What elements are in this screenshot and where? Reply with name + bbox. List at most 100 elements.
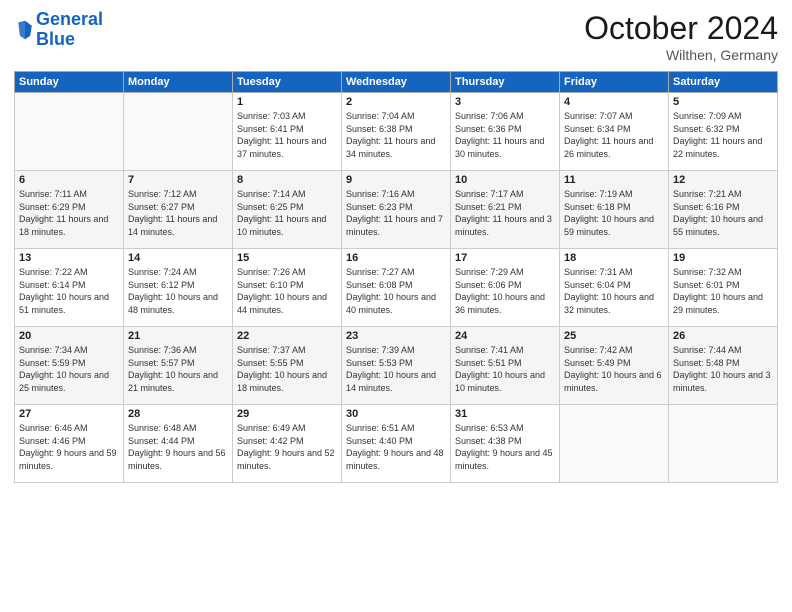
week-row-3: 20Sunrise: 7:34 AMSunset: 5:59 PMDayligh… [15, 327, 778, 405]
day-info: Sunrise: 7:14 AMSunset: 6:25 PMDaylight:… [237, 188, 337, 238]
day-cell: 25 Sunrise: 7:42 AMSunset: 5:49 PMDayligh… [560, 327, 669, 405]
day-info: Sunrise: 6:46 AMSunset: 4:46 PMDaylight:… [19, 422, 119, 472]
header: General Blue October 2024 Wilthen, Germa… [14, 10, 778, 63]
day-number: 6 [19, 174, 119, 186]
day-number: 8 [237, 174, 337, 186]
col-friday: Friday [560, 72, 669, 93]
day-number: 16 [346, 252, 446, 264]
day-cell: 1Sunrise: 7:03 AMSunset: 6:41 PMDaylight… [233, 93, 342, 171]
day-cell: 12 Sunrise: 7:21 AMSunset: 6:16 PMDayligh… [669, 171, 778, 249]
day-info: Sunrise: 7:22 AMSunset: 6:14 PMDaylight:… [19, 266, 119, 316]
day-info: Sunrise: 7:06 AMSunset: 6:36 PMDaylight:… [455, 110, 555, 160]
calendar-page: General Blue October 2024 Wilthen, Germa… [0, 0, 792, 612]
day-info: Sunrise: 7:44 AMSunset: 5:48 PMDaylight:… [673, 344, 773, 394]
col-wednesday: Wednesday [342, 72, 451, 93]
day-cell: 30 Sunrise: 6:51 AMSunset: 4:40 PMDayligh… [342, 405, 451, 483]
day-cell [15, 93, 124, 171]
day-cell: 6 Sunrise: 7:11 AMSunset: 6:29 PMDaylight… [15, 171, 124, 249]
day-number: 13 [19, 252, 119, 264]
day-cell: 8 Sunrise: 7:14 AMSunset: 6:25 PMDaylight… [233, 171, 342, 249]
day-info: Sunrise: 7:09 AMSunset: 6:32 PMDaylight:… [673, 110, 773, 160]
day-number: 11 [564, 174, 664, 186]
day-cell: 28 Sunrise: 6:48 AMSunset: 4:44 PMDayligh… [124, 405, 233, 483]
day-number: 10 [455, 174, 555, 186]
week-row-0: 1Sunrise: 7:03 AMSunset: 6:41 PMDaylight… [15, 93, 778, 171]
col-tuesday: Tuesday [233, 72, 342, 93]
day-info: Sunrise: 7:29 AMSunset: 6:06 PMDaylight:… [455, 266, 555, 316]
day-info: Sunrise: 7:39 AMSunset: 5:53 PMDaylight:… [346, 344, 446, 394]
day-cell: 15Sunrise: 7:26 AMSunset: 6:10 PMDayligh… [233, 249, 342, 327]
day-number: 9 [346, 174, 446, 186]
day-cell: 10 Sunrise: 7:17 AMSunset: 6:21 PMDayligh… [451, 171, 560, 249]
day-info: Sunrise: 7:37 AMSunset: 5:55 PMDaylight:… [237, 344, 337, 394]
day-number: 3 [455, 96, 555, 108]
day-cell [669, 405, 778, 483]
title-block: October 2024 Wilthen, Germany [584, 10, 778, 63]
day-info: Sunrise: 7:17 AMSunset: 6:21 PMDaylight:… [455, 188, 555, 238]
day-info: Sunrise: 7:27 AMSunset: 6:08 PMDaylight:… [346, 266, 446, 316]
day-cell: 26Sunrise: 7:44 AMSunset: 5:48 PMDayligh… [669, 327, 778, 405]
day-cell: 29 Sunrise: 6:49 AMSunset: 4:42 PMDayligh… [233, 405, 342, 483]
day-cell: 19Sunrise: 7:32 AMSunset: 6:01 PMDayligh… [669, 249, 778, 327]
day-info: Sunrise: 6:48 AMSunset: 4:44 PMDaylight:… [128, 422, 228, 472]
day-info: Sunrise: 7:34 AMSunset: 5:59 PMDaylight:… [19, 344, 119, 394]
day-number: 27 [19, 408, 119, 420]
day-cell: 27 Sunrise: 6:46 AMSunset: 4:46 PMDayligh… [15, 405, 124, 483]
day-info: Sunrise: 7:24 AMSunset: 6:12 PMDaylight:… [128, 266, 228, 316]
day-info: Sunrise: 7:11 AMSunset: 6:29 PMDaylight:… [19, 188, 119, 238]
day-number: 25 [564, 330, 664, 342]
day-info: Sunrise: 7:31 AMSunset: 6:04 PMDaylight:… [564, 266, 664, 316]
day-cell: 7 Sunrise: 7:12 AMSunset: 6:27 PMDaylight… [124, 171, 233, 249]
day-cell: 31 Sunrise: 6:53 AMSunset: 4:38 PMDayligh… [451, 405, 560, 483]
day-cell: 5 Sunrise: 7:09 AMSunset: 6:32 PMDaylight… [669, 93, 778, 171]
day-number: 12 [673, 174, 773, 186]
day-number: 22 [237, 330, 337, 342]
week-row-1: 6 Sunrise: 7:11 AMSunset: 6:29 PMDaylight… [15, 171, 778, 249]
day-info: Sunrise: 7:12 AMSunset: 6:27 PMDaylight:… [128, 188, 228, 238]
day-info: Sunrise: 7:36 AMSunset: 5:57 PMDaylight:… [128, 344, 228, 394]
day-info: Sunrise: 7:19 AMSunset: 6:18 PMDaylight:… [564, 188, 664, 238]
day-number: 18 [564, 252, 664, 264]
logo: General Blue [14, 10, 103, 50]
day-number: 24 [455, 330, 555, 342]
day-info: Sunrise: 6:49 AMSunset: 4:42 PMDaylight:… [237, 422, 337, 472]
day-cell: 13 Sunrise: 7:22 AMSunset: 6:14 PMDayligh… [15, 249, 124, 327]
day-number: 31 [455, 408, 555, 420]
day-number: 28 [128, 408, 228, 420]
day-number: 2 [346, 96, 446, 108]
day-number: 29 [237, 408, 337, 420]
day-info: Sunrise: 7:03 AMSunset: 6:41 PMDaylight:… [237, 110, 337, 160]
location-subtitle: Wilthen, Germany [584, 47, 778, 63]
day-info: Sunrise: 7:42 AMSunset: 5:49 PMDaylight:… [564, 344, 664, 394]
day-number: 30 [346, 408, 446, 420]
day-info: Sunrise: 7:07 AMSunset: 6:34 PMDaylight:… [564, 110, 664, 160]
day-cell: 22 Sunrise: 7:37 AMSunset: 5:55 PMDayligh… [233, 327, 342, 405]
day-info: Sunrise: 6:51 AMSunset: 4:40 PMDaylight:… [346, 422, 446, 472]
day-cell: 14Sunrise: 7:24 AMSunset: 6:12 PMDayligh… [124, 249, 233, 327]
day-cell: 24Sunrise: 7:41 AMSunset: 5:51 PMDayligh… [451, 327, 560, 405]
day-number: 19 [673, 252, 773, 264]
day-cell: 2Sunrise: 7:04 AMSunset: 6:38 PMDaylight… [342, 93, 451, 171]
day-info: Sunrise: 6:53 AMSunset: 4:38 PMDaylight:… [455, 422, 555, 472]
day-number: 7 [128, 174, 228, 186]
day-info: Sunrise: 7:21 AMSunset: 6:16 PMDaylight:… [673, 188, 773, 238]
day-number: 4 [564, 96, 664, 108]
day-info: Sunrise: 7:26 AMSunset: 6:10 PMDaylight:… [237, 266, 337, 316]
col-saturday: Saturday [669, 72, 778, 93]
day-number: 17 [455, 252, 555, 264]
col-thursday: Thursday [451, 72, 560, 93]
day-number: 5 [673, 96, 773, 108]
day-cell: 4 Sunrise: 7:07 AMSunset: 6:34 PMDaylight… [560, 93, 669, 171]
day-info: Sunrise: 7:16 AMSunset: 6:23 PMDaylight:… [346, 188, 446, 238]
day-cell: 3 Sunrise: 7:06 AMSunset: 6:36 PMDaylight… [451, 93, 560, 171]
day-number: 23 [346, 330, 446, 342]
day-cell: 9 Sunrise: 7:16 AMSunset: 6:23 PMDaylight… [342, 171, 451, 249]
calendar-table: Sunday Monday Tuesday Wednesday Thursday… [14, 71, 778, 483]
week-row-2: 13 Sunrise: 7:22 AMSunset: 6:14 PMDayligh… [15, 249, 778, 327]
month-title: October 2024 [584, 10, 778, 47]
day-cell: 18 Sunrise: 7:31 AMSunset: 6:04 PMDayligh… [560, 249, 669, 327]
day-cell: 17 Sunrise: 7:29 AMSunset: 6:06 PMDayligh… [451, 249, 560, 327]
logo-name: General [36, 10, 103, 30]
day-cell [124, 93, 233, 171]
week-row-4: 27 Sunrise: 6:46 AMSunset: 4:46 PMDayligh… [15, 405, 778, 483]
